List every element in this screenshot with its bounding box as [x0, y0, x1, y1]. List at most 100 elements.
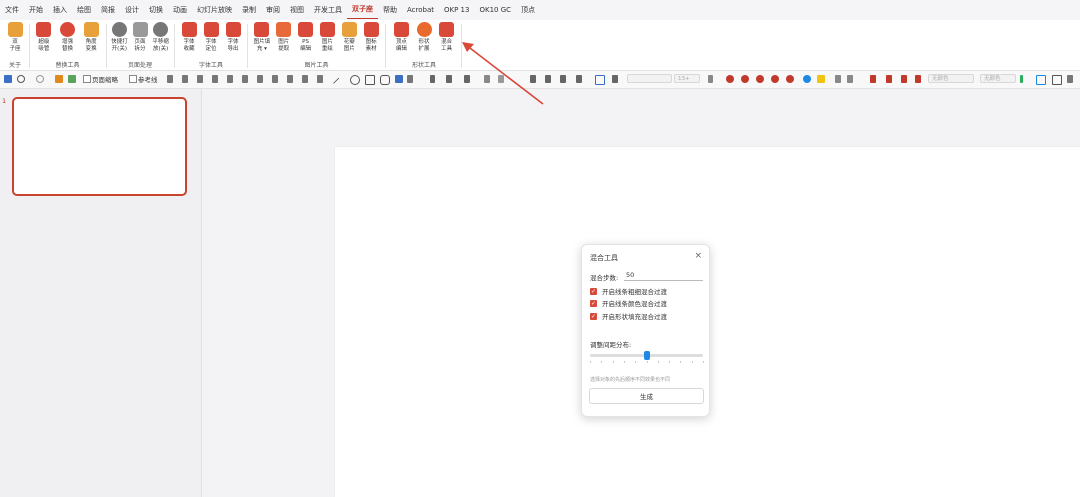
text-fill-icon[interactable]: [560, 75, 566, 83]
align-top-icon[interactable]: [212, 75, 218, 83]
text-outline-icon[interactable]: [576, 75, 582, 83]
ribbon-button[interactable]: 双 子座: [4, 22, 26, 53]
more-icon[interactable]: [1067, 75, 1073, 83]
group-icon[interactable]: [317, 75, 323, 83]
checkbox-line-weight[interactable]: ✓: [590, 287, 597, 295]
menu-item[interactable]: 开发工具: [309, 0, 347, 20]
red-b-icon[interactable]: [901, 75, 907, 83]
align-right-icon[interactable]: [197, 75, 203, 83]
menu-item[interactable]: 简报: [96, 0, 120, 20]
menu-item[interactable]: 切换: [144, 0, 168, 20]
redo-icon[interactable]: [36, 75, 44, 83]
blend-steps-input[interactable]: [624, 269, 703, 281]
frame-icon[interactable]: [1036, 75, 1046, 85]
menu-item[interactable]: 视图: [285, 0, 309, 20]
rectangle-icon[interactable]: [365, 75, 375, 85]
blue-dot-icon[interactable]: [803, 75, 811, 83]
ribbon-button[interactable]: 图片 重绘: [316, 22, 338, 53]
red-c-icon[interactable]: [915, 75, 921, 83]
ribbon-button[interactable]: 超级 吸管: [33, 22, 55, 53]
close-icon[interactable]: ×: [694, 251, 702, 261]
align-bottom-icon[interactable]: [242, 75, 248, 83]
ribbon-button[interactable]: 字体 导出: [222, 22, 244, 53]
menu-item[interactable]: 开始: [24, 0, 48, 20]
style-5-icon[interactable]: [786, 75, 794, 83]
menu-item[interactable]: OK10 GC: [474, 0, 516, 20]
eyedropper-small-icon[interactable]: [708, 75, 713, 83]
color-box-a[interactable]: 无颜色: [928, 74, 974, 83]
ellipse-icon[interactable]: [350, 75, 360, 85]
menu-item[interactable]: 顶点: [516, 0, 540, 20]
align-middle-icon[interactable]: [227, 75, 233, 83]
option-shape-fill[interactable]: ✓ 开启形状填充混合过渡: [590, 311, 667, 321]
text-color-icon[interactable]: [530, 75, 536, 83]
font-size-box[interactable]: 13+: [674, 74, 700, 83]
green-bar-icon[interactable]: [1020, 75, 1023, 83]
ribbon-button[interactable]: 角度 变换: [80, 22, 102, 53]
yellow-square-icon[interactable]: [817, 75, 825, 83]
line-icon[interactable]: [332, 77, 346, 90]
ribbon-button[interactable]: 形状 扩展: [413, 22, 435, 53]
checkbox-line-color[interactable]: ✓: [590, 299, 597, 307]
marker-icon[interactable]: [498, 75, 504, 83]
font-name-box[interactable]: [627, 74, 672, 83]
ribbon-button[interactable]: 混合 工具: [436, 22, 458, 53]
ribbon-button[interactable]: 快捷打 开(关): [108, 22, 130, 53]
ribbon-button[interactable]: 平移缩 放(关): [150, 22, 172, 53]
flip-h-icon[interactable]: [287, 75, 293, 83]
menu-item[interactable]: 幻灯片放映: [192, 0, 237, 20]
menu-item[interactable]: 设计: [120, 0, 144, 20]
ribbon-button[interactable]: 顶点 编辑: [390, 22, 412, 53]
frame-2-icon[interactable]: [1052, 75, 1062, 85]
menu-item[interactable]: 双子座: [347, 1, 378, 19]
ribbon-button[interactable]: 页面 拆分: [129, 22, 151, 53]
menu-item[interactable]: 插入: [48, 0, 72, 20]
ribbon-button[interactable]: 字体 收藏: [178, 22, 200, 53]
fill-icon[interactable]: [446, 75, 452, 83]
menu-item[interactable]: 绘图: [72, 0, 96, 20]
ribbon-button[interactable]: 图标 素材: [360, 22, 382, 53]
paragraph-icon[interactable]: [612, 75, 618, 83]
undo-icon[interactable]: [17, 75, 25, 83]
page-guide-checkbox[interactable]: [83, 75, 91, 83]
crop-shape-icon[interactable]: [847, 75, 853, 83]
shadow-icon[interactable]: [484, 75, 490, 83]
option-line-weight[interactable]: ✓ 开启线条粗细混合过渡: [590, 286, 667, 296]
pen-icon[interactable]: [430, 75, 435, 83]
ribbon-button[interactable]: 图片 提取: [273, 22, 295, 53]
checkbox-shape-fill[interactable]: ✓: [590, 312, 597, 320]
menu-item[interactable]: Acrobat: [402, 0, 439, 20]
rounded-rect-icon[interactable]: [380, 75, 390, 85]
format-painter-icon[interactable]: [55, 75, 63, 83]
generate-button[interactable]: 生成: [589, 388, 704, 404]
menu-item[interactable]: 文件: [0, 0, 24, 20]
menu-item[interactable]: OKP 13: [439, 0, 474, 20]
ribbon-button[interactable]: 图片填 充 ▾: [251, 22, 273, 53]
menu-item[interactable]: 录制: [237, 0, 261, 20]
save-icon[interactable]: [4, 75, 12, 83]
highlight-icon[interactable]: [545, 75, 551, 83]
flip-v-icon[interactable]: [302, 75, 308, 83]
option-line-color[interactable]: ✓ 开启线条颜色混合过渡: [590, 298, 667, 308]
ribbon-button[interactable]: 增强 替换: [57, 22, 79, 53]
link-icon[interactable]: [68, 75, 76, 83]
fill-color-icon[interactable]: [395, 75, 403, 83]
menu-item[interactable]: 审阅: [261, 0, 285, 20]
style-1-icon[interactable]: [726, 75, 734, 83]
red-a-icon[interactable]: [886, 75, 892, 83]
align-center-icon[interactable]: [182, 75, 188, 83]
style-3-icon[interactable]: [756, 75, 764, 83]
ribbon-button[interactable]: PS 编辑: [295, 22, 317, 53]
menu-item[interactable]: 动画: [168, 0, 192, 20]
distribute-v-icon[interactable]: [272, 75, 278, 83]
reference-line-checkbox[interactable]: [129, 75, 137, 83]
ribbon-button[interactable]: 字体 定位: [200, 22, 222, 53]
style-2-icon[interactable]: [741, 75, 749, 83]
color-box-b[interactable]: 无颜色: [980, 74, 1016, 83]
distribute-h-icon[interactable]: [257, 75, 263, 83]
textbox-icon[interactable]: [595, 75, 605, 85]
style-4-icon[interactable]: [771, 75, 779, 83]
line-style-icon[interactable]: [464, 75, 470, 83]
slide-thumbnail[interactable]: [12, 97, 187, 196]
align-left-icon[interactable]: [167, 75, 173, 83]
